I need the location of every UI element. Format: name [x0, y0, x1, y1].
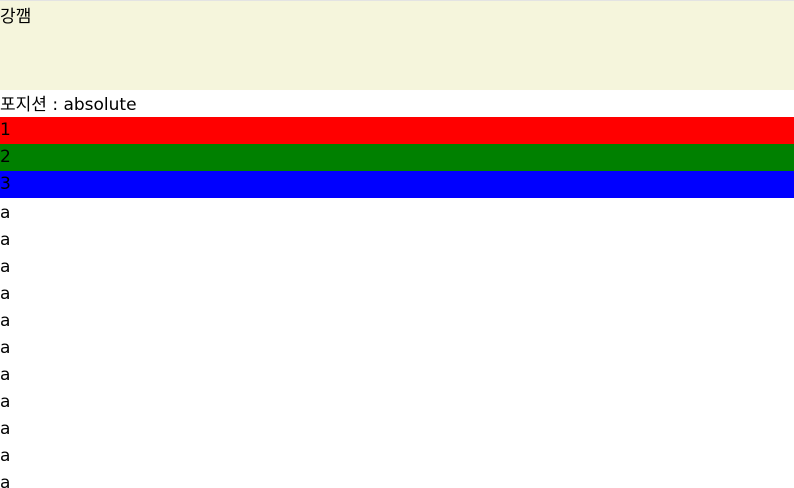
box-3: 3	[0, 171, 794, 198]
filler-line-7: a	[0, 365, 11, 385]
banner-text: 강깸	[0, 7, 32, 27]
filler-line-10: a	[0, 446, 11, 466]
filler-line-4: a	[0, 284, 11, 304]
position-label: 포지션 : absolute	[0, 95, 137, 115]
filler-line-2: a	[0, 230, 11, 250]
header-banner: 강깸	[0, 1, 794, 90]
filler-line-3: a	[0, 257, 11, 277]
box-1: 1	[0, 117, 794, 144]
box-2: 2	[0, 144, 794, 171]
filler-line-8: a	[0, 392, 11, 412]
filler-line-5: a	[0, 311, 11, 331]
filler-line-1: a	[0, 203, 11, 223]
filler-line-11: a	[0, 473, 11, 488]
filler-line-9: a	[0, 419, 11, 439]
filler-line-6: a	[0, 338, 11, 358]
